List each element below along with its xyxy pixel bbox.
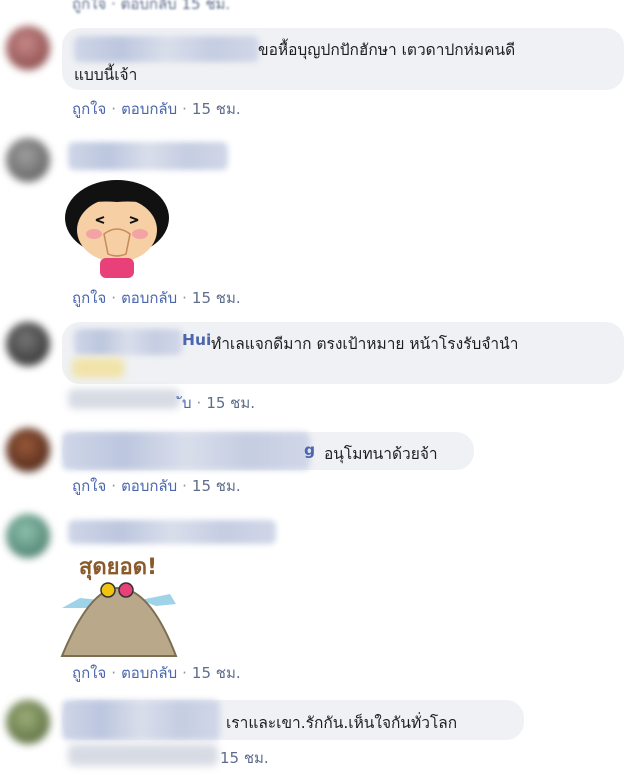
comment-time[interactable]: 15 ชม. — [192, 289, 241, 307]
reply-link[interactable]: ตอบกลับ — [121, 100, 177, 118]
avatar[interactable] — [6, 26, 50, 70]
like-link[interactable]: ถูกใจ — [72, 0, 106, 13]
girl-blushing-sticker — [60, 178, 175, 280]
avatar[interactable] — [6, 514, 50, 558]
emoji-blurred — [72, 358, 124, 378]
commenter-name-blurred[interactable] — [68, 142, 228, 170]
commenter-name-blurred[interactable] — [74, 329, 182, 355]
reply-link[interactable]: ตอบกลับ — [121, 477, 177, 495]
commenter-name-blurred[interactable] — [62, 700, 220, 740]
like-link[interactable]: ถูกใจ — [72, 477, 106, 495]
comment-bubble: ขอหื้อบุญปกปักฮักษา เตวดาปกห่มคนดี แบบนี… — [62, 28, 624, 90]
comment-actions: ถูกใจ · ตอบกลับ · 15 ชม. — [72, 289, 241, 307]
comment-text: อนุโมทนาด้วยจ้า — [324, 445, 438, 463]
comment-actions: ถูกใจ · ตอบกลับ · 15 ชม. — [72, 100, 241, 118]
comment-text: เราและเขา.รักกัน.เห็นใจกันทั่วโลก — [226, 714, 458, 732]
like-link[interactable]: ถูกใจ — [72, 289, 106, 307]
avatar[interactable] — [6, 138, 50, 182]
comment-time[interactable]: 15 ชม. — [192, 477, 241, 495]
comment-text: ทำเลแจกดีมาก ตรงเป้าหมาย หน้าโรงรับจำนำ — [211, 335, 519, 353]
comment-actions: ถูกใจ · ตอบกลับ · 15 ชม. — [72, 477, 241, 495]
commenter-name[interactable]: g — [304, 441, 315, 459]
comment-text: ขอหื้อบุญปกปักฮักษา เตวดาปกห่มคนดี — [258, 41, 516, 59]
commenter-name-blurred[interactable] — [74, 36, 259, 62]
reply-link[interactable]: ตอบกลับ — [121, 664, 177, 682]
avatar[interactable] — [6, 322, 50, 366]
avatar[interactable] — [6, 700, 50, 744]
comment-actions: 15 ชม. — [220, 746, 269, 770]
sud-yod-sticker: สุดยอด! — [60, 548, 178, 660]
actions-blurred[interactable] — [68, 744, 218, 766]
comment-time[interactable]: 15 ชม. — [192, 100, 241, 118]
comment-bubble: g อนุโมทนาด้วยจ้า — [62, 432, 474, 470]
reply-link-blurred[interactable] — [68, 389, 180, 409]
commenter-name[interactable]: Hui — [182, 331, 211, 349]
comment-actions: ถูกใจ · ตอบกลับ · 15 ชม. — [72, 664, 241, 682]
like-link[interactable]: ถูกใจ — [72, 664, 106, 682]
reply-link[interactable]: ตอบกลับ — [121, 0, 177, 13]
commenter-name-blurred[interactable] — [62, 432, 310, 470]
like-link[interactable]: ถูกใจ — [72, 100, 106, 118]
comment-bubble: เราและเขา.รักกัน.เห็นใจกันทั่วโลก — [62, 700, 524, 740]
reply-link[interactable]: ับ — [182, 394, 192, 412]
previous-comment-actions: ถูกใจ · ตอบกลับ 15 ชม. — [72, 0, 230, 16]
comment-time[interactable]: 15 ชม. — [206, 394, 255, 412]
comment-bubble: Hui ทำเลแจกดีมาก ตรงเป้าหมาย หน้าโรงรับจ… — [62, 322, 624, 384]
comment-time[interactable]: 15 ชม. — [192, 664, 241, 682]
comment-text: แบบนี้เจ้า — [74, 66, 138, 84]
avatar[interactable] — [6, 428, 50, 472]
comment-actions: ับ · 15 ชม. — [182, 394, 256, 412]
comment-time[interactable]: 15 ชม. — [220, 749, 269, 767]
reply-link[interactable]: ตอบกลับ — [121, 289, 177, 307]
sticker-text: สุดยอด! — [79, 555, 157, 581]
commenter-name-blurred[interactable] — [68, 520, 276, 544]
